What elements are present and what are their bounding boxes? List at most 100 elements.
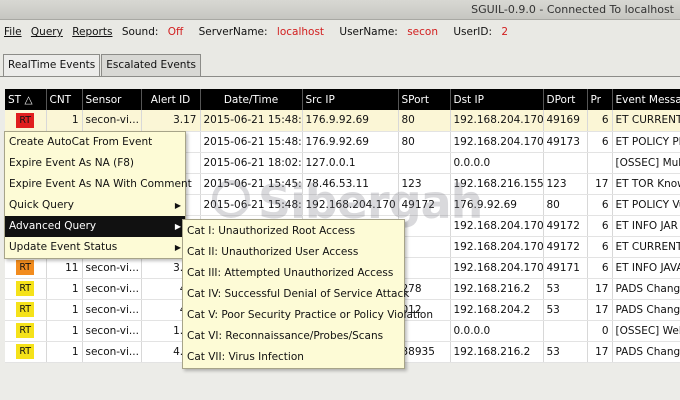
menu-item-quick-query[interactable]: Quick Query ▶ bbox=[5, 195, 185, 216]
cell-pr: 17 bbox=[587, 299, 613, 321]
status-badge: RT bbox=[16, 302, 35, 317]
cell-pr: 17 bbox=[587, 278, 613, 300]
cell-datetime: 2015-06-21 18:02:25 bbox=[200, 152, 303, 174]
cell-dport: 80 bbox=[543, 194, 588, 216]
menu-item-create-autocat[interactable]: Create AutoCat From Event bbox=[5, 132, 185, 153]
column-header-alert-id[interactable]: Alert ID bbox=[141, 89, 201, 110]
cell-pr: 17 bbox=[587, 173, 613, 195]
submenu-item-cat-5[interactable]: Cat V: Poor Security Practice or Policy … bbox=[183, 305, 433, 326]
cell-sport bbox=[398, 236, 451, 258]
column-header-dport[interactable]: DPort bbox=[543, 89, 588, 110]
menu-item-label: Quick Query bbox=[9, 199, 74, 211]
submenu-item-cat-3[interactable]: Cat III: Attempted Unauthorized Access bbox=[183, 263, 404, 284]
cell-pr: 17 bbox=[587, 341, 613, 363]
tab-escalated-events[interactable]: Escalated Events bbox=[101, 54, 202, 76]
cell-pr: 6 bbox=[587, 257, 613, 279]
column-header-sport[interactable]: SPort bbox=[398, 89, 451, 110]
cell-msg: ET CURRENT_EVE bbox=[612, 236, 680, 258]
cell-pr bbox=[587, 152, 613, 174]
sound-value[interactable]: Off bbox=[168, 26, 184, 38]
cell-sport bbox=[398, 257, 451, 279]
cell-msg: [OSSEC] Multiple bbox=[612, 152, 680, 174]
cell-sport: 80 bbox=[398, 131, 451, 153]
cell-dst-ip: 176.9.92.69 bbox=[450, 194, 544, 216]
event-context-menu: Create AutoCat From Event Expire Event As… bbox=[4, 131, 192, 259]
column-header-sensor[interactable]: Sensor bbox=[82, 89, 142, 110]
tab-realtime-events[interactable]: RealTime Events bbox=[3, 54, 101, 77]
cell-sensor: secon-vi... bbox=[82, 299, 142, 321]
status-badge: RT bbox=[16, 344, 35, 359]
cell-sensor: secon-vi... bbox=[82, 110, 142, 132]
cell-dport: 49169 bbox=[543, 110, 588, 132]
cell-dst-ip: 0.0.0.0 bbox=[450, 152, 544, 174]
cell-src-ip: 176.9.92.69 bbox=[302, 110, 399, 132]
menu-item-label: Advanced Query bbox=[9, 220, 97, 232]
cell-sport bbox=[398, 152, 451, 174]
servername-value: localhost bbox=[276, 26, 325, 38]
status-badge: RT bbox=[16, 112, 35, 128]
cell-pr: 6 bbox=[587, 236, 613, 258]
cell-datetime: 2015-06-21 15:48:24 bbox=[200, 131, 303, 153]
cell-pr: 6 bbox=[587, 215, 613, 237]
menu-item-advanced-query[interactable]: Advanced Query ▶ bbox=[5, 216, 185, 237]
userid-value: 2 bbox=[501, 26, 509, 38]
submenu-item-cat-6[interactable]: Cat VI: Reconnaissance/Probes/Scans bbox=[183, 326, 404, 347]
cell-msg: ET INFO JAR Ser bbox=[612, 215, 680, 237]
cell-dport: 49172 bbox=[543, 215, 588, 237]
userid-label: UserID: bbox=[453, 26, 492, 38]
table-row[interactable]: RT 1secon-vi...3.172015-06-21 15:48:24176… bbox=[5, 110, 680, 132]
status-servername: ServerName: localhost bbox=[199, 26, 330, 38]
menu-item-update-event-status[interactable]: Update Event Status ▶ bbox=[5, 237, 185, 258]
cell-msg: [OSSEC] Web ser bbox=[612, 320, 680, 342]
cell-dport bbox=[543, 320, 588, 342]
submenu-item-cat-7[interactable]: Cat VII: Virus Infection bbox=[183, 347, 404, 368]
cell-dport: 49173 bbox=[543, 131, 588, 153]
cell-datetime: 2015-06-21 15:45:45 bbox=[200, 173, 303, 195]
cell-dst-ip: 192.168.204.170 bbox=[450, 131, 544, 153]
menu-reports[interactable]: Reports bbox=[72, 26, 112, 38]
menu-file[interactable]: File bbox=[4, 26, 22, 38]
column-header-src-ip[interactable]: Src IP bbox=[302, 89, 399, 110]
cell-st: RT bbox=[5, 299, 47, 321]
username-value: secon bbox=[407, 26, 438, 38]
column-header-dst-ip[interactable]: Dst IP bbox=[450, 89, 544, 110]
cell-dst-ip: 192.168.204.2 bbox=[450, 299, 544, 321]
column-header-event-message[interactable]: Event Message bbox=[612, 89, 680, 110]
menu-query[interactable]: Query bbox=[31, 26, 63, 38]
cell-sensor: secon-vi... bbox=[82, 320, 142, 342]
sound-label: Sound: bbox=[121, 26, 159, 38]
submenu-item-cat-1[interactable]: Cat I: Unauthorized Root Access bbox=[183, 221, 404, 242]
submenu-item-cat-2[interactable]: Cat II: Unauthorized User Access bbox=[183, 242, 404, 263]
submenu-arrow-icon: ▶ bbox=[174, 201, 181, 210]
status-badge: RT bbox=[16, 281, 35, 296]
column-header-pr[interactable]: Pr bbox=[587, 89, 613, 110]
menu-item-expire-event-na[interactable]: Expire Event As NA (F8) bbox=[5, 153, 185, 174]
cell-st: RT bbox=[5, 110, 47, 132]
column-header-st[interactable]: ST △ bbox=[5, 89, 47, 110]
submenu-item-cat-4[interactable]: Cat IV: Successful Denial of Service Att… bbox=[183, 284, 409, 305]
cell-dst-ip: 192.168.204.170 bbox=[450, 257, 544, 279]
cell-msg: ET TOR Known T bbox=[612, 173, 680, 195]
status-username: UserName: secon bbox=[339, 26, 444, 38]
cell-msg: PADS Changed A bbox=[612, 299, 680, 321]
cell-msg: ET CURRENT_EVE bbox=[612, 110, 680, 132]
cell-dst-ip: 192.168.216.2 bbox=[450, 341, 544, 363]
column-header-datetime[interactable]: Date/Time bbox=[200, 89, 303, 110]
cell-cnt: 1 bbox=[46, 278, 83, 300]
cell-sport: 38935 bbox=[398, 341, 451, 363]
menu-item-expire-event-na-comment[interactable]: Expire Event As NA With Comment bbox=[5, 174, 192, 195]
cell-msg: PADS Changed A bbox=[612, 278, 680, 300]
cell-datetime: 2015-06-21 15:48:24 bbox=[200, 110, 303, 132]
cell-dport: 53 bbox=[543, 278, 588, 300]
status-sound: Sound: Off bbox=[122, 26, 189, 38]
cell-pr: 6 bbox=[587, 131, 613, 153]
cell-dport: 123 bbox=[543, 173, 588, 195]
cell-st: RT bbox=[5, 341, 47, 363]
cell-msg: ET POLICY PE EX bbox=[612, 131, 680, 153]
cell-sensor: secon-vi... bbox=[82, 257, 142, 279]
menu-item-label: Expire Event As NA (F8) bbox=[9, 157, 135, 169]
cell-dport: 53 bbox=[543, 299, 588, 321]
menu-bar: File Query Reports Sound: Off ServerName… bbox=[0, 22, 680, 42]
status-userid: UserID: 2 bbox=[453, 26, 514, 38]
column-header-cnt[interactable]: CNT bbox=[46, 89, 83, 110]
